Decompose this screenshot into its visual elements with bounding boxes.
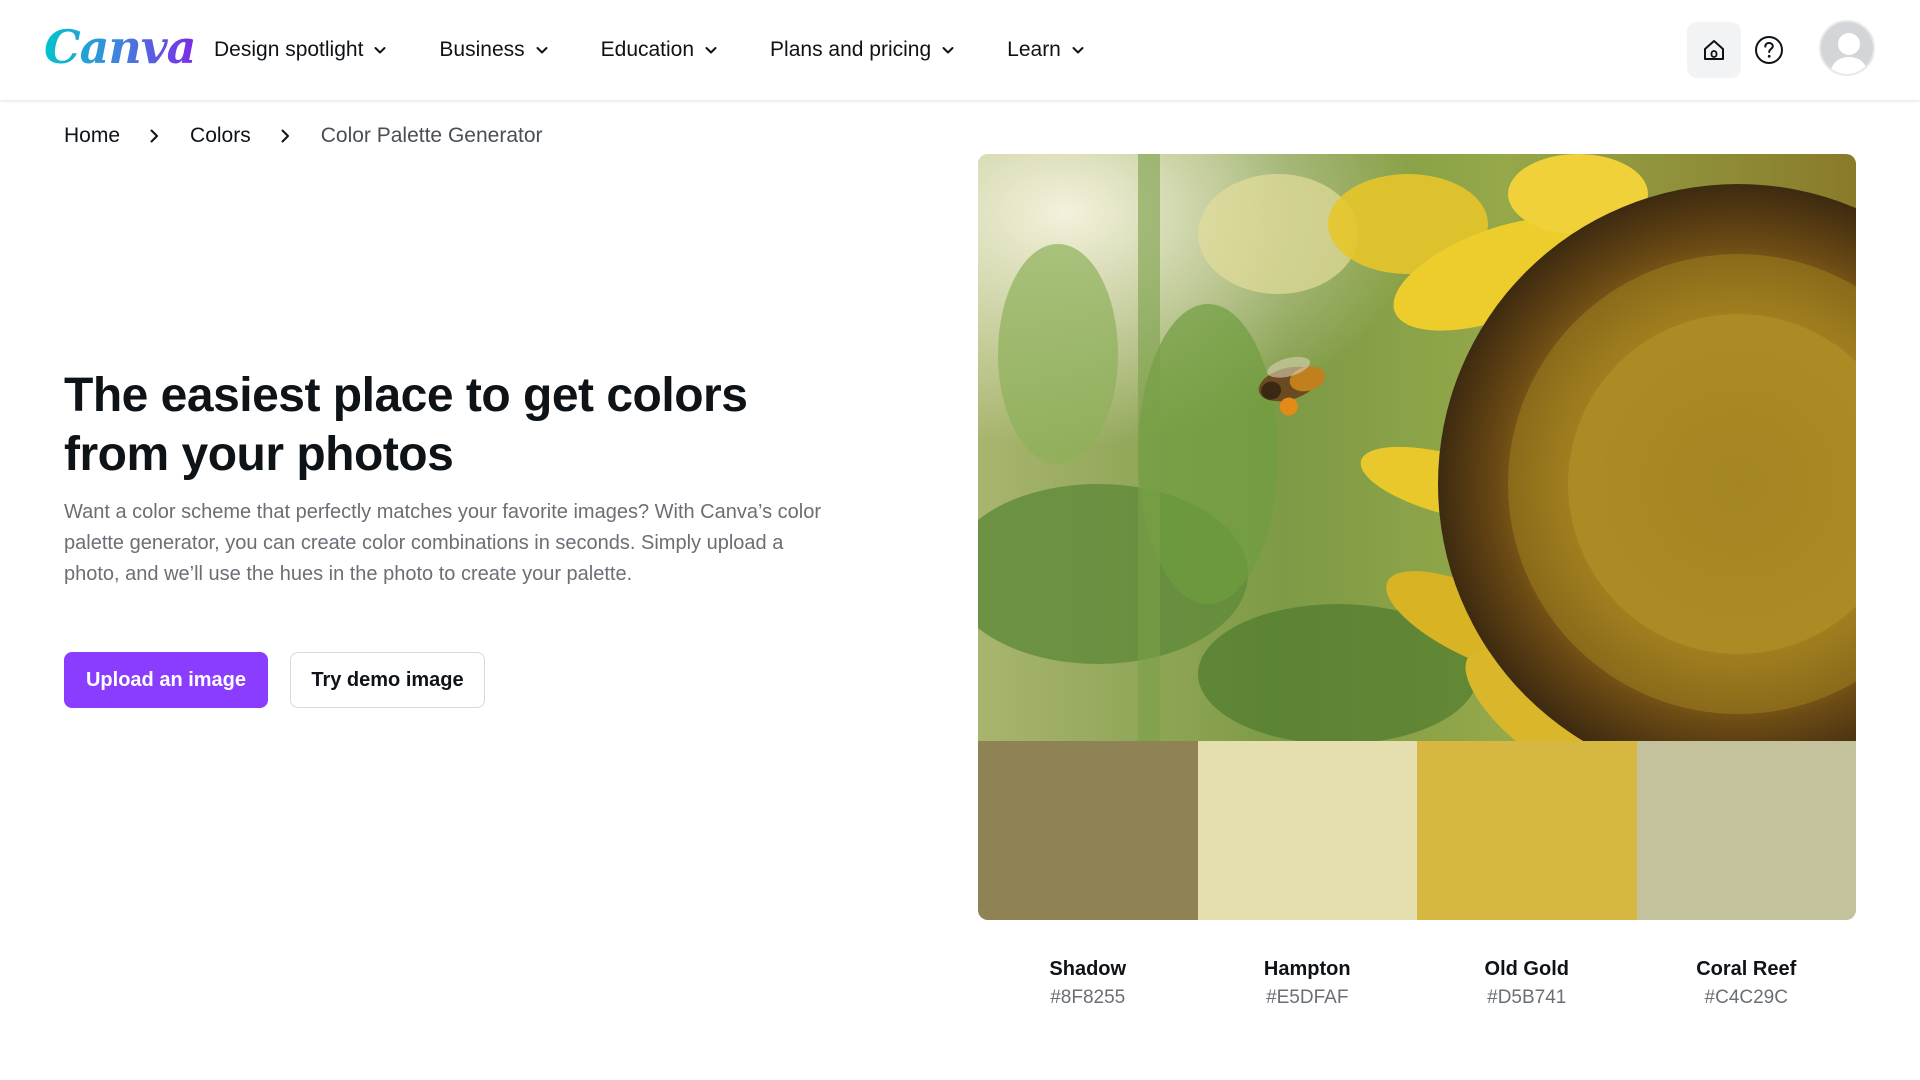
nav-label: Plans and pricing <box>770 38 932 61</box>
swatch-hampton[interactable] <box>1197 741 1417 920</box>
nav-label: Design spotlight <box>214 38 364 61</box>
swatch-label: Coral Reef #C4C29C <box>1637 955 1857 1013</box>
home-icon <box>1704 40 1724 60</box>
palette-labels: Shadow #8F8255 Hampton #E5DFAF Old Gold … <box>978 955 1856 1013</box>
swatch-hex[interactable]: #C4C29C <box>1637 983 1857 1013</box>
swatch-hex[interactable]: #D5B741 <box>1417 983 1637 1013</box>
nav-label: Learn <box>1007 38 1061 61</box>
nav-learn[interactable]: Learn <box>1007 38 1085 62</box>
swatch-shadow[interactable] <box>978 741 1198 920</box>
nav-education[interactable]: Education <box>601 38 718 62</box>
chevron-right-icon <box>281 129 289 143</box>
swatch-name: Hampton <box>1263 958 1351 980</box>
nav-design-spotlight[interactable]: Design spotlight <box>214 38 387 62</box>
nav-label: Education <box>600 38 695 61</box>
swatch-name: Old Gold <box>1484 958 1569 980</box>
chevron-down-icon <box>1072 47 1084 54</box>
swatch-label: Hampton #E5DFAF <box>1198 955 1418 1013</box>
chevron-down-icon <box>374 47 386 54</box>
avatar[interactable] <box>1819 20 1875 76</box>
palette-card <box>978 154 1856 920</box>
swatch-old-gold[interactable] <box>1417 741 1637 920</box>
breadcrumb-current-page: Color Palette Generator <box>320 124 543 147</box>
swatch-hex[interactable]: #E5DFAF <box>1198 983 1418 1013</box>
site-header: Canva Design spotlight Business Educatio… <box>0 0 1920 100</box>
swatch-name: Shadow <box>1049 958 1127 980</box>
swatch-label: Old Gold #D5B741 <box>1417 955 1637 1013</box>
nav-label: Business <box>439 38 525 61</box>
swatch-hex[interactable]: #8F8255 <box>978 983 1198 1013</box>
home-button[interactable] <box>1687 22 1741 78</box>
swatch-name: Coral Reef <box>1696 958 1797 980</box>
breadcrumb-home[interactable]: Home <box>64 124 120 148</box>
try-demo-image-button[interactable]: Try demo image <box>290 652 485 708</box>
nav-plans-and-pricing[interactable]: Plans and pricing <box>770 38 955 62</box>
sunflower-bee-photo <box>978 154 1856 741</box>
palette-swatches <box>978 741 1856 920</box>
chevron-down-icon <box>942 47 954 54</box>
help-icon <box>1755 36 1783 64</box>
breadcrumb-colors[interactable]: Colors <box>190 124 251 148</box>
chevron-down-icon <box>536 47 548 54</box>
chevron-right-icon <box>150 129 159 143</box>
main-nav: Design spotlight Business Education Plan… <box>214 0 1137 100</box>
page-title: The easiest place to get colors from you… <box>64 369 748 481</box>
swatch-label: Shadow #8F8255 <box>978 955 1198 1013</box>
breadcrumb: Home Colors Color Palette Generator <box>64 124 543 148</box>
nav-business[interactable]: Business <box>439 38 548 62</box>
page-description: Want a color scheme that perfectly match… <box>64 501 821 585</box>
user-silhouette-icon <box>1821 22 1873 74</box>
help-button[interactable] <box>1742 22 1796 78</box>
swatch-coral-reef[interactable] <box>1636 741 1856 920</box>
upload-image-button[interactable]: Upload an image <box>64 652 268 708</box>
canva-logo[interactable]: Canva <box>44 20 196 74</box>
chevron-down-icon <box>705 47 717 54</box>
